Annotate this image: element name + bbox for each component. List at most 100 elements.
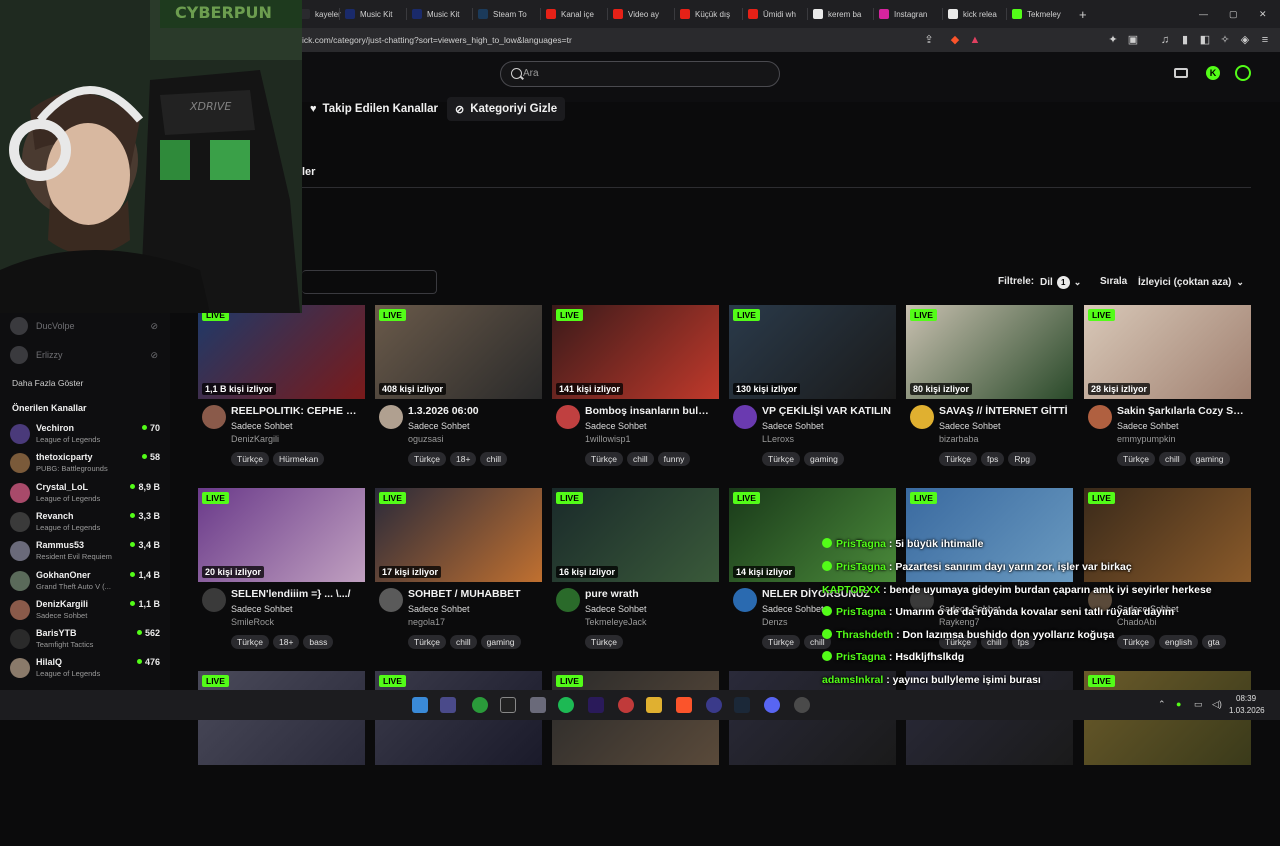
stream-title[interactable]: 1.3.2026 06:00 xyxy=(408,405,538,417)
obs-icon[interactable] xyxy=(706,697,722,713)
stream-tag[interactable]: gta xyxy=(1201,635,1226,649)
streamer-avatar[interactable] xyxy=(1088,405,1112,429)
stream-card[interactable]: LIVE 141 kişi izliyor Bomboş insanların bu… xyxy=(552,305,719,480)
browser-tab[interactable]: Steam To xyxy=(478,4,538,24)
stream-category[interactable]: Sadece Sohbet xyxy=(231,604,293,614)
maximize-icon[interactable]: ▢ xyxy=(1229,4,1238,24)
streamer-avatar[interactable] xyxy=(733,405,757,429)
stream-card[interactable]: LIVE 130 kişi izliyor VP ÇEKİLİŞİ VAR KATI… xyxy=(729,305,896,480)
sidebar-channel[interactable]: Crystal_LoL League of Legends 8,9 B xyxy=(10,480,170,506)
stream-thumbnail[interactable]: LIVE 20 kişi izliyor xyxy=(198,488,365,582)
start-menu-icon[interactable] xyxy=(412,697,428,713)
brave-shield-icon[interactable]: ◆ xyxy=(948,33,962,47)
xbox-icon[interactable] xyxy=(472,697,488,713)
stream-tag[interactable]: Türkçe xyxy=(1117,635,1155,649)
stream-tag[interactable]: Hürmekan xyxy=(272,452,325,466)
stream-card[interactable]: LIVE 408 kişi izliyor 1.3.2026 06:00 Sadece… xyxy=(375,305,542,480)
stream-tag[interactable]: Türkçe xyxy=(1117,452,1155,466)
streamer-avatar[interactable] xyxy=(202,588,226,612)
stream-thumbnail[interactable]: LIVE 16 kişi izliyor xyxy=(552,488,719,582)
stream-category[interactable]: Sadece Sohbet xyxy=(585,421,647,431)
stream-title[interactable]: pure wrath xyxy=(585,588,715,600)
premiere-icon[interactable] xyxy=(588,697,604,713)
stream-tag[interactable]: Rpg xyxy=(1008,452,1036,466)
leo-icon[interactable]: ✧ xyxy=(1218,33,1232,47)
streamer-name[interactable]: bizarbaba xyxy=(939,434,979,444)
stream-thumbnail[interactable]: LIVE 130 kişi izliyor xyxy=(729,305,896,399)
sidebar-channel[interactable]: Revanch League of Legends 3,3 B xyxy=(10,509,170,535)
microphone-icon[interactable]: ● xyxy=(1176,699,1181,709)
brave-browser-icon[interactable] xyxy=(676,697,692,713)
browser-tab[interactable]: Ümidi wh xyxy=(748,4,808,24)
stream-tag[interactable]: Türkçe xyxy=(231,635,269,649)
language-filter-dropdown[interactable]: Dil 1 ⌄ xyxy=(1040,271,1081,293)
stream-tag[interactable]: gaming xyxy=(803,452,844,466)
media-icon[interactable]: ♫ xyxy=(1158,33,1172,47)
sidebar-offline-channel[interactable]: Erlizzy ⊘ xyxy=(10,346,170,366)
vpn-icon[interactable]: ◈ xyxy=(1238,33,1252,47)
stream-tag[interactable]: gaming xyxy=(1189,452,1230,466)
stream-tag[interactable]: Türkçe xyxy=(585,452,623,466)
stream-tag[interactable]: gaming xyxy=(480,635,521,649)
url-text[interactable]: ick.com/category/just-chatting?sort=view… xyxy=(302,35,572,45)
sidebar-channel[interactable]: Rammus53 Resident Evil Requiem 3,4 B xyxy=(10,538,170,564)
stream-thumbnail[interactable]: LIVE 80 kişi izliyor xyxy=(906,305,1073,399)
stream-category[interactable]: Sadece Sohbet xyxy=(408,604,470,614)
streamer-avatar[interactable] xyxy=(556,588,580,612)
stream-category[interactable]: Sadece Sohbet xyxy=(1117,421,1179,431)
stream-category[interactable]: Sadece Sohbet xyxy=(231,421,293,431)
stream-tag[interactable]: Türkçe xyxy=(585,635,623,649)
browser-tab[interactable]: kerem ba xyxy=(813,4,873,24)
show-more-link[interactable]: Daha Fazla Göster xyxy=(12,378,83,388)
sidebar-channel[interactable]: GokhanOner Grand Theft Auto V (... 1,4 B xyxy=(10,568,170,594)
stream-tag[interactable]: Türkçe xyxy=(762,635,800,649)
stream-tag[interactable]: Türkçe xyxy=(939,452,977,466)
followed-channels-button[interactable]: ♥ Takip Edilen Kanallar xyxy=(302,97,446,121)
tab-streams[interactable]: ler xyxy=(302,166,315,178)
stream-thumbnail[interactable]: LIVE 408 kişi izliyor xyxy=(375,305,542,399)
stream-manager-icon[interactable] xyxy=(1174,68,1188,78)
stream-tag[interactable]: Türkçe xyxy=(231,452,269,466)
stream-thumbnail[interactable]: LIVE 1,1 B kişi izliyor xyxy=(198,305,365,399)
settings-icon[interactable] xyxy=(794,697,810,713)
streamer-name[interactable]: oguzsasi xyxy=(408,434,444,444)
volume-icon[interactable]: ◁) xyxy=(1212,699,1222,710)
stream-title[interactable]: SAVAŞ // İNTERNET GİTTİ xyxy=(939,405,1069,417)
menu-icon[interactable]: ≡ xyxy=(1258,33,1272,47)
stream-card[interactable]: LIVE 80 kişi izliyor SAVAŞ // İNTERNET GİT… xyxy=(906,305,1073,480)
discord-icon[interactable] xyxy=(764,697,780,713)
browser-tab[interactable]: Tekmeley xyxy=(1012,4,1072,24)
clock-date[interactable]: 1.03.2026 xyxy=(1229,706,1265,715)
stream-category[interactable]: Sadece Sohbet xyxy=(408,421,470,431)
kick-coin-icon[interactable]: K xyxy=(1206,66,1220,80)
sidebar-offline-channel[interactable]: DucVolpe ⊘ xyxy=(10,317,170,337)
stream-tag[interactable]: chill xyxy=(626,452,654,466)
streamer-avatar[interactable] xyxy=(202,405,226,429)
streamer-name[interactable]: negola17 xyxy=(408,617,445,627)
streamer-name[interactable]: DenizKargili xyxy=(231,434,279,444)
stream-thumbnail[interactable]: LIVE 28 kişi izliyor xyxy=(1084,305,1251,399)
filter-search-input[interactable] xyxy=(302,270,437,294)
stream-title[interactable]: VP ÇEKİLİŞİ VAR KATILIN xyxy=(762,405,892,417)
sidebar-channel[interactable]: DenizKargili Sadece Sohbet 1,1 B xyxy=(10,597,170,623)
sidebar-channel[interactable]: BarisYTB Teamfight Tactics 562 xyxy=(10,626,170,652)
streamer-name[interactable]: emmypumpkin xyxy=(1117,434,1176,444)
new-tab-button[interactable]: + xyxy=(1079,4,1087,24)
sidebar-channel[interactable]: Vechiron League of Legends 70 xyxy=(10,421,170,447)
stream-title[interactable]: SELEN'lendiiim =} ... \.../ xyxy=(231,588,361,600)
browser-tab[interactable]: Kanal içe xyxy=(546,4,606,24)
recording-app-icon[interactable] xyxy=(618,697,634,713)
stream-card[interactable]: LIVE 28 kişi izliyor Sakin Şarkılarla Cozy… xyxy=(1084,305,1251,480)
sidebar-channel[interactable]: HilalQ League of Legends 476 xyxy=(10,655,170,681)
stream-category[interactable]: Sadece Sohbet xyxy=(585,604,647,614)
streamer-avatar[interactable] xyxy=(556,405,580,429)
stream-tag[interactable]: english xyxy=(1158,635,1198,649)
stream-card[interactable]: LIVE 20 kişi izliyor SELEN'lendiiim =} ...… xyxy=(198,488,365,663)
spotify-icon[interactable] xyxy=(558,697,574,713)
clock-time[interactable]: 08:39 xyxy=(1236,694,1256,703)
stream-tag[interactable]: fps xyxy=(980,452,1005,466)
sort-dropdown[interactable]: İzleyici (çoktan aza) ⌄ xyxy=(1138,271,1244,293)
screenshot-icon[interactable]: ▣ xyxy=(1126,33,1140,47)
stream-tag[interactable]: chill xyxy=(1158,452,1186,466)
brave-rewards-icon[interactable]: ▲ xyxy=(968,33,982,47)
